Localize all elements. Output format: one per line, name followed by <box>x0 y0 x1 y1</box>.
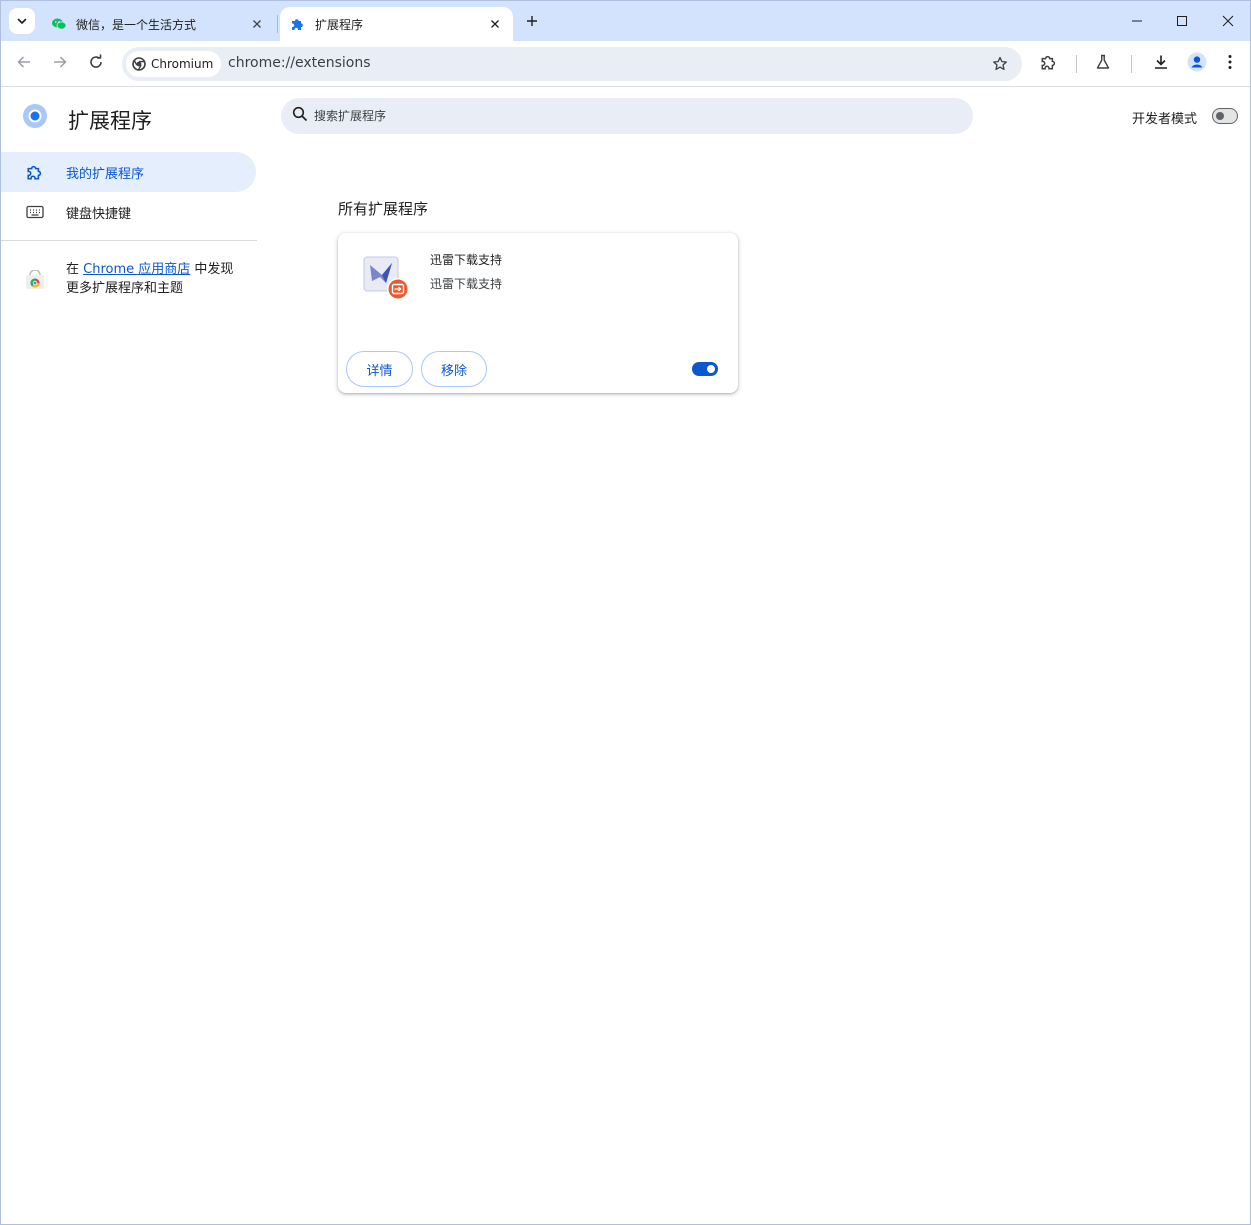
bookmark-star-icon[interactable] <box>990 54 1010 74</box>
tab-strip: 微信，是一个生活方式 扩展程序 <box>1 1 1250 41</box>
web-store-promo: 在 Chrome 应用商店 中发现更多扩展程序和主题 <box>25 260 235 298</box>
reload-button[interactable] <box>82 50 110 78</box>
toolbar-separator <box>1131 55 1132 73</box>
maximize-button[interactable] <box>1159 1 1205 41</box>
web-store-promo-text: 在 Chrome 应用商店 中发现更多扩展程序和主题 <box>66 262 234 296</box>
downloads-button[interactable] <box>1147 50 1175 78</box>
sidebar-item-my-extensions[interactable]: 我的扩展程序 <box>1 152 256 192</box>
chip-label: Chromium <box>151 57 214 71</box>
labs-button[interactable] <box>1089 50 1117 78</box>
menu-button[interactable] <box>1216 50 1244 78</box>
close-icon[interactable] <box>487 16 503 32</box>
puzzle-icon <box>1040 53 1058 75</box>
developer-mode-label: 开发者模式 <box>1132 112 1198 127</box>
extension-icon <box>25 162 45 182</box>
omnibox[interactable]: Chromium chrome://extensions <box>122 47 1022 81</box>
tab-separator <box>277 15 278 33</box>
new-tab-button[interactable] <box>521 10 543 32</box>
page-title: 扩展程序 <box>68 109 152 133</box>
search-input[interactable] <box>314 109 914 123</box>
extension-enable-toggle[interactable] <box>692 362 718 376</box>
extensions-menu-button[interactable] <box>1035 50 1063 78</box>
site-info-chip[interactable]: Chromium <box>126 51 222 77</box>
sidebar-divider <box>1 240 257 241</box>
arrow-right-icon <box>52 54 68 74</box>
forward-button[interactable] <box>46 50 74 78</box>
tab-extensions[interactable]: 扩展程序 <box>280 7 513 41</box>
close-icon[interactable] <box>249 16 265 32</box>
extension-description: 迅雷下载支持 <box>430 277 503 291</box>
section-title: 所有扩展程序 <box>338 200 429 218</box>
close-icon <box>1222 12 1234 31</box>
tab-title: 微信，是一个生活方式 <box>76 17 197 32</box>
plus-icon <box>526 12 538 31</box>
sidebar-item-label: 我的扩展程序 <box>66 166 145 182</box>
remove-button[interactable]: 移除 <box>421 351 487 387</box>
developer-mode-toggle[interactable] <box>1212 108 1238 124</box>
search-icon <box>292 106 308 126</box>
profile-button[interactable] <box>1183 50 1211 78</box>
window-close-button[interactable] <box>1205 1 1250 41</box>
minimize-icon <box>1131 12 1143 31</box>
browser-window: 微信，是一个生活方式 扩展程序 Chromium chrome://extens… <box>0 0 1251 1225</box>
extensions-page: 扩展程序 开发者模式 我的扩展程序 键盘快捷键 <box>1 88 1250 1224</box>
maximize-icon <box>1176 12 1188 31</box>
keyboard-icon <box>25 202 45 222</box>
chrome-web-store-icon <box>25 269 45 290</box>
avatar-icon <box>1187 52 1207 76</box>
reload-icon <box>88 54 104 74</box>
search-box[interactable] <box>281 98 973 134</box>
details-button[interactable]: 详情 <box>346 351 413 387</box>
thunder-download-icon <box>362 253 410 301</box>
toolbar-separator <box>1076 55 1077 73</box>
minimize-button[interactable] <box>1114 1 1160 41</box>
more-vert-icon <box>1228 54 1232 74</box>
back-button[interactable] <box>10 50 38 78</box>
tab-title: 扩展程序 <box>315 17 364 32</box>
sidebar-item-keyboard-shortcuts[interactable]: 键盘快捷键 <box>1 192 256 232</box>
wechat-icon <box>51 16 67 32</box>
chevron-down-icon <box>16 12 28 31</box>
flask-icon <box>1095 54 1111 74</box>
tab-wechat[interactable]: 微信，是一个生活方式 <box>41 7 275 41</box>
puzzle-icon <box>290 16 306 32</box>
web-store-link[interactable]: Chrome 应用商店 <box>83 262 190 277</box>
toggle-knob <box>1216 111 1224 120</box>
chromium-icon <box>132 57 146 71</box>
toolbar: Chromium chrome://extensions <box>1 41 1250 87</box>
extension-card: 迅雷下载支持 迅雷下载支持 详情 移除 <box>338 233 738 393</box>
sidebar-item-label: 键盘快捷键 <box>66 206 132 222</box>
tab-search-button[interactable] <box>9 8 35 34</box>
arrow-left-icon <box>16 54 32 74</box>
toggle-knob <box>707 365 715 373</box>
extensions-logo-icon <box>22 103 48 129</box>
url-text[interactable]: chrome://extensions <box>228 55 371 71</box>
extension-name: 迅雷下载支持 <box>430 253 503 267</box>
download-icon <box>1153 54 1169 74</box>
